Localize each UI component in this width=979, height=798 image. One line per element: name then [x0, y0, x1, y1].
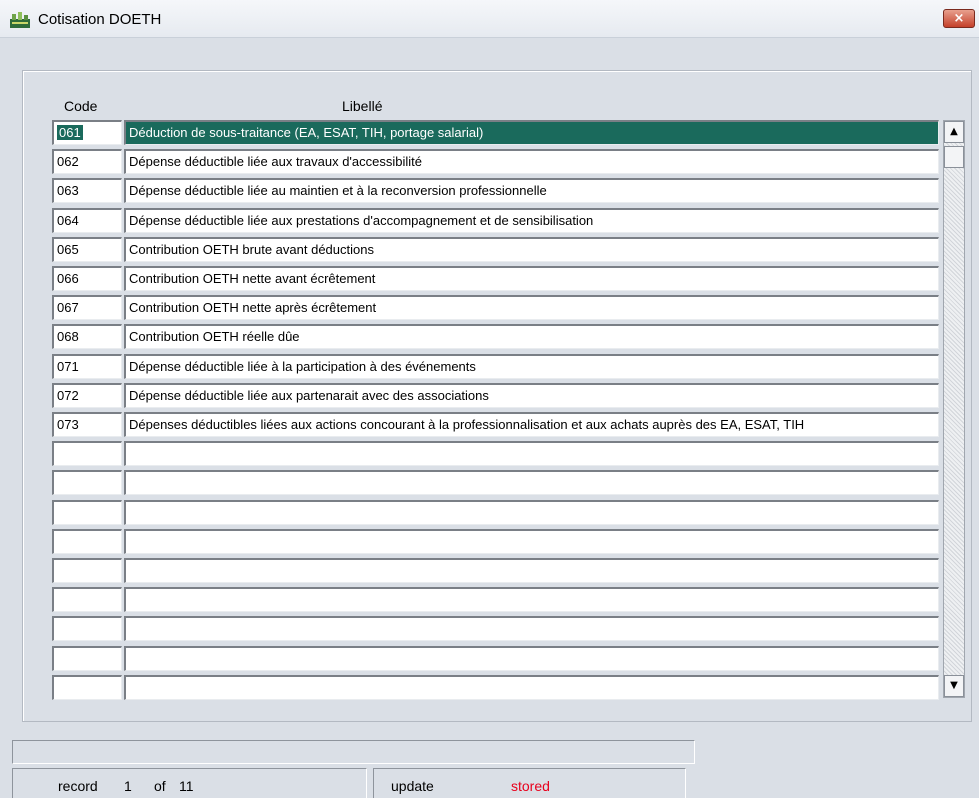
- table-row[interactable]: [52, 616, 939, 641]
- table-row[interactable]: 066 Contribution OETH nette avant écrêtem…: [52, 266, 939, 291]
- code-value: 066: [57, 271, 79, 286]
- code-cell[interactable]: [52, 470, 122, 495]
- code-value: 064: [57, 213, 79, 228]
- scroll-up-icon[interactable]: ▲: [944, 121, 964, 143]
- window-title: Cotisation DOETH: [38, 11, 162, 28]
- label-cell[interactable]: Déduction de sous-traitance (EA, ESAT, T…: [124, 120, 939, 145]
- label-cell[interactable]: [124, 441, 939, 466]
- code-cell[interactable]: [52, 529, 122, 554]
- code-value: 072: [57, 388, 79, 403]
- table-row[interactable]: 065 Contribution OETH brute avant déducti…: [52, 237, 939, 262]
- update-state: stored: [511, 778, 550, 794]
- code-cell[interactable]: [52, 616, 122, 641]
- code-value: 061: [57, 125, 83, 140]
- code-cell[interactable]: 061: [52, 120, 122, 145]
- code-cell[interactable]: 068: [52, 324, 122, 349]
- app-icon: [10, 12, 30, 28]
- label-cell[interactable]: Dépenses déductibles liées aux actions c…: [124, 412, 939, 437]
- table-row[interactable]: 064 Dépense déductible liée aux prestatio…: [52, 208, 939, 233]
- label-cell[interactable]: Dépense déductible liée au maintien et à…: [124, 178, 939, 203]
- code-value: 073: [57, 417, 79, 432]
- label-cell[interactable]: [124, 470, 939, 495]
- code-value: 068: [57, 329, 79, 344]
- table-row[interactable]: 062 Dépense déductible liée aux travaux d…: [52, 149, 939, 174]
- label-cell[interactable]: [124, 616, 939, 641]
- code-value: 062: [57, 154, 79, 169]
- message-bar: [12, 740, 695, 764]
- label-cell[interactable]: [124, 558, 939, 583]
- label-cell[interactable]: [124, 646, 939, 671]
- table-row[interactable]: 061 Déduction de sous-traitance (EA, ESAT…: [52, 120, 939, 145]
- table-row[interactable]: [52, 675, 939, 700]
- code-value: 067: [57, 300, 79, 315]
- record-label: record: [58, 778, 98, 794]
- label-cell[interactable]: Contribution OETH réelle dûe: [124, 324, 939, 349]
- code-cell[interactable]: 066: [52, 266, 122, 291]
- code-cell[interactable]: [52, 646, 122, 671]
- record-status: record 1 of 11: [12, 768, 367, 798]
- code-cell[interactable]: [52, 500, 122, 525]
- label-cell[interactable]: Dépense déductible liée à la participati…: [124, 354, 939, 379]
- column-header-label: Libellé: [342, 98, 383, 114]
- label-cell[interactable]: Contribution OETH nette avant écrêtement: [124, 266, 939, 291]
- code-value: 065: [57, 242, 79, 257]
- scroll-down-icon[interactable]: ▼: [944, 675, 964, 697]
- table-row[interactable]: [52, 587, 939, 612]
- table-row[interactable]: 067 Contribution OETH nette après écrêtem…: [52, 295, 939, 320]
- label-cell[interactable]: Contribution OETH brute avant déductions: [124, 237, 939, 262]
- label-cell[interactable]: Dépense déductible liée aux prestations …: [124, 208, 939, 233]
- update-status: update stored: [373, 768, 686, 798]
- code-cell[interactable]: 065: [52, 237, 122, 262]
- label-cell[interactable]: Dépense déductible liée aux partenarait …: [124, 383, 939, 408]
- label-cell[interactable]: Contribution OETH nette après écrêtement: [124, 295, 939, 320]
- record-current: 1: [124, 778, 132, 794]
- table-row[interactable]: 071 Dépense déductible liée à la particip…: [52, 354, 939, 379]
- table-row[interactable]: [52, 470, 939, 495]
- code-cell[interactable]: 067: [52, 295, 122, 320]
- label-cell[interactable]: [124, 675, 939, 700]
- column-header-code: Code: [64, 98, 98, 114]
- scroll-thumb[interactable]: [944, 146, 964, 168]
- code-cell[interactable]: [52, 587, 122, 612]
- code-cell[interactable]: [52, 558, 122, 583]
- table-row[interactable]: 072 Dépense déductible liée aux partenara…: [52, 383, 939, 408]
- table-row[interactable]: [52, 558, 939, 583]
- code-cell[interactable]: 062: [52, 149, 122, 174]
- vertical-scrollbar[interactable]: ▲ ▼: [943, 120, 965, 698]
- table-row[interactable]: 073 Dépenses déductibles liées aux action…: [52, 412, 939, 437]
- code-cell[interactable]: [52, 675, 122, 700]
- label-cell[interactable]: [124, 587, 939, 612]
- table-row[interactable]: [52, 441, 939, 466]
- code-cell[interactable]: [52, 441, 122, 466]
- update-label: update: [391, 778, 434, 794]
- code-cell[interactable]: 071: [52, 354, 122, 379]
- table-row[interactable]: [52, 646, 939, 671]
- code-cell[interactable]: 073: [52, 412, 122, 437]
- code-cell[interactable]: 064: [52, 208, 122, 233]
- code-value: 063: [57, 183, 79, 198]
- code-value: 071: [57, 359, 79, 374]
- record-total: 11: [179, 778, 194, 794]
- table-row[interactable]: [52, 529, 939, 554]
- title-bar: Cotisation DOETH ×: [0, 0, 979, 38]
- code-cell[interactable]: 063: [52, 178, 122, 203]
- code-cell[interactable]: 072: [52, 383, 122, 408]
- record-of-label: of: [154, 778, 166, 794]
- label-cell[interactable]: [124, 529, 939, 554]
- close-button[interactable]: ×: [943, 9, 975, 28]
- label-cell[interactable]: Dépense déductible liée aux travaux d'ac…: [124, 149, 939, 174]
- table-row[interactable]: 063 Dépense déductible liée au maintien e…: [52, 178, 939, 203]
- label-cell[interactable]: [124, 500, 939, 525]
- table-row[interactable]: [52, 500, 939, 525]
- table-row[interactable]: 068 Contribution OETH réelle dûe: [52, 324, 939, 349]
